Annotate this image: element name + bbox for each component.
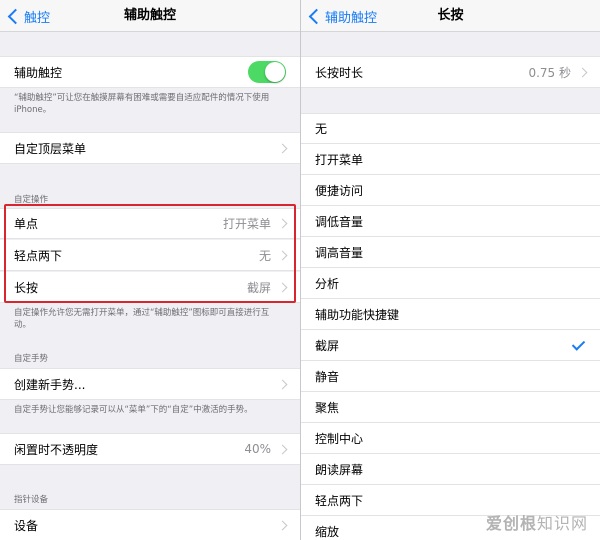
- devices-label: 设备: [14, 518, 39, 533]
- custom-actions-header: 自定操作: [14, 195, 49, 205]
- single-tap-label: 单点: [14, 217, 39, 231]
- watermark-brand: 爱创根: [485, 514, 537, 533]
- chevron-right-icon: [277, 143, 288, 153]
- devices-row[interactable]: 设备: [0, 509, 300, 540]
- back-label: 触控: [24, 10, 51, 26]
- assistive-touch-description: “辅助触控”可让您在触摸屏幕有困难或需要自适应配件的情况下使用iPhone。: [14, 93, 270, 115]
- chevron-right-icon: [277, 444, 288, 454]
- long-press-option-label: 轻点两下: [315, 493, 364, 508]
- chevron-left-icon: [308, 8, 325, 24]
- toggle-knob: [265, 62, 285, 82]
- custom-gestures-description: 自定手势让您能够记录可以从“菜单”下的“自定”中激活的手势。: [14, 405, 253, 415]
- chevron-left-icon: [7, 8, 24, 24]
- double-tap-row[interactable]: 轻点两下 无: [0, 240, 300, 271]
- long-press-option-row[interactable]: 截屏: [301, 330, 600, 361]
- assistive-touch-settings-pane: 触控 辅助触控 辅助触控 “辅助触控”可让您在触摸屏幕有困难或需要自适应配件的情…: [0, 0, 300, 540]
- left-navigation-bar: 触控 辅助触控: [0, 0, 300, 32]
- long-press-option-label: 聚焦: [315, 400, 340, 415]
- customize-top-menu-row[interactable]: 自定顶层菜单: [0, 132, 300, 164]
- long-press-option-label: 控制中心: [315, 431, 364, 446]
- chevron-right-icon: [277, 250, 288, 260]
- chevron-right-icon: [577, 67, 588, 77]
- double-tap-value: 无: [258, 248, 271, 263]
- chevron-right-icon: [277, 379, 288, 389]
- idle-opacity-label: 闲置时不透明度: [14, 442, 99, 457]
- double-tap-label: 轻点两下: [14, 248, 63, 263]
- long-press-option-row[interactable]: 调高音量: [301, 237, 600, 268]
- long-press-duration-row[interactable]: 长按时长 0.75 秒: [301, 56, 600, 88]
- long-press-option-label: 调高音量: [315, 245, 364, 260]
- idle-opacity-row[interactable]: 闲置时不透明度 40%: [0, 433, 300, 465]
- single-tap-value: 打开菜单: [222, 217, 271, 231]
- long-press-duration-value: 0.75 秒: [528, 65, 571, 80]
- long-press-option-row[interactable]: 便捷访问: [301, 175, 600, 206]
- watermark-suffix: 知识网: [536, 514, 588, 533]
- long-press-option-row[interactable]: 打开菜单: [301, 144, 600, 175]
- assistive-touch-label: 辅助触控: [14, 65, 63, 80]
- long-press-row[interactable]: 长按 截屏: [0, 272, 300, 303]
- assistive-touch-toggle[interactable]: [248, 61, 286, 83]
- long-press-option-label: 打开菜单: [315, 152, 364, 167]
- chevron-right-icon: [277, 520, 288, 530]
- pointer-devices-header: 指针设备: [14, 495, 49, 505]
- create-new-gesture-label: 创建新手势...: [14, 377, 86, 392]
- right-navigation-bar: 辅助触控 长按: [301, 0, 600, 32]
- long-press-option-label: 便捷访问: [315, 183, 364, 198]
- long-press-option-row[interactable]: 辅助功能快捷键: [301, 299, 600, 330]
- custom-gestures-header: 自定手势: [14, 354, 49, 364]
- long-press-label: 长按: [14, 280, 39, 295]
- assistive-touch-row: 辅助触控: [0, 56, 300, 88]
- watermark: 爱创根知识网: [486, 510, 588, 534]
- create-new-gesture-row[interactable]: 创建新手势...: [0, 368, 300, 400]
- long-press-option-row[interactable]: 静音: [301, 361, 600, 392]
- single-tap-row[interactable]: 单点 打开菜单: [0, 208, 300, 239]
- long-press-option-label: 朗读屏幕: [315, 462, 364, 477]
- long-press-value: 截屏: [246, 280, 271, 295]
- chevron-right-icon: [277, 218, 288, 229]
- long-press-option-label: 分析: [315, 276, 340, 291]
- long-press-option-row[interactable]: 聚焦: [301, 392, 600, 423]
- customize-top-menu-label: 自定顶层菜单: [14, 141, 87, 156]
- long-press-option-row[interactable]: 分析: [301, 268, 600, 299]
- long-press-option-row[interactable]: 无: [301, 113, 600, 144]
- back-to-assistive-touch-button[interactable]: 辅助触控: [307, 0, 377, 32]
- long-press-option-row[interactable]: 朗读屏幕: [301, 454, 600, 485]
- back-label: 辅助触控: [325, 10, 378, 26]
- long-press-option-label: 无: [315, 122, 328, 136]
- custom-actions-description: 自定操作允许您无需打开菜单，通过“辅助触控”图标即可直接进行互动。: [14, 308, 270, 330]
- chevron-right-icon: [277, 282, 288, 292]
- long-press-duration-label: 长按时长: [315, 65, 364, 80]
- long-press-settings-pane: 辅助触控 长按 长按时长 0.75 秒 无打开菜单 便捷访问 调低音量 调高音量 分析辅…: [301, 0, 600, 540]
- long-press-option-label: 辅助功能快捷键: [315, 307, 400, 322]
- long-press-option-row[interactable]: 调低音量: [301, 206, 600, 237]
- idle-opacity-value: 40%: [244, 442, 271, 456]
- long-press-option-label: 静音: [315, 369, 340, 384]
- back-to-touch-button[interactable]: 触控: [6, 0, 50, 32]
- long-press-option-label: 截屏: [315, 338, 340, 353]
- long-press-option-row[interactable]: 控制中心: [301, 423, 600, 454]
- long-press-option-label: 调低音量: [315, 214, 364, 229]
